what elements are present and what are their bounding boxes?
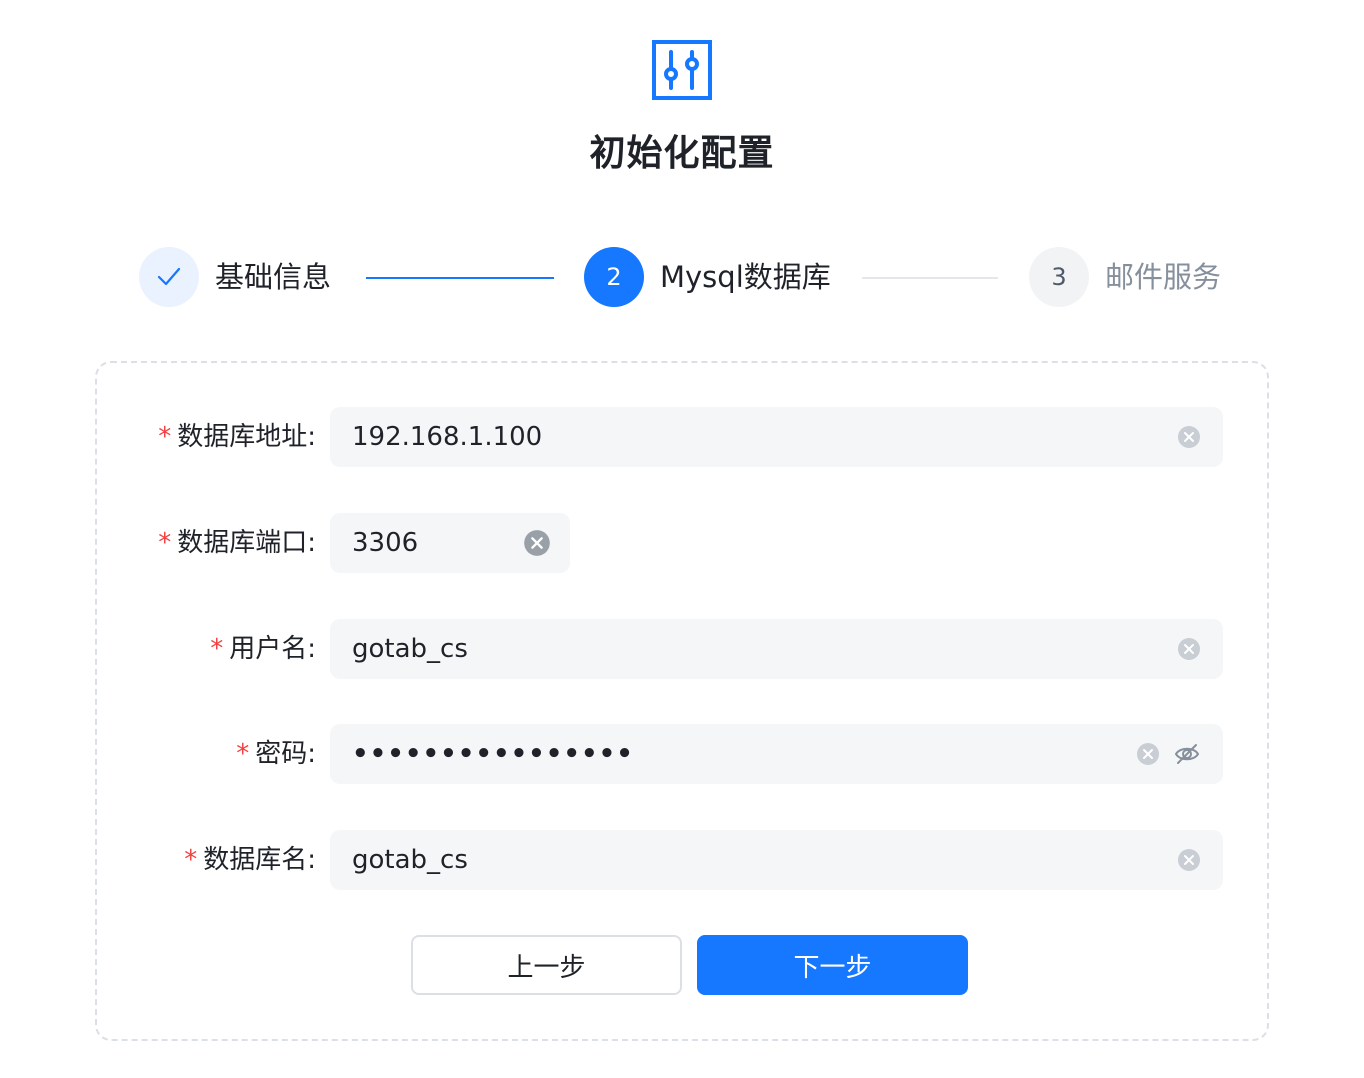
eye-off-icon[interactable] xyxy=(1173,740,1201,768)
clear-icon[interactable] xyxy=(523,529,551,557)
db-port-input[interactable]: 3306 xyxy=(330,513,570,573)
clear-icon[interactable] xyxy=(1177,637,1201,661)
clear-icon[interactable] xyxy=(1177,848,1201,872)
username-input[interactable]: gotab_cs xyxy=(330,619,1223,679)
step-number: 2 xyxy=(584,247,644,307)
db-name-input[interactable]: gotab_cs xyxy=(330,830,1223,890)
password-label: * 密码: xyxy=(236,739,316,769)
step-connector-done xyxy=(366,277,554,279)
required-mark: * xyxy=(236,739,250,769)
db-name-value: gotab_cs xyxy=(352,845,468,875)
step-basic-info[interactable]: 基础信息 xyxy=(139,247,331,307)
db-host-label: * 数据库地址: xyxy=(158,422,316,452)
clear-icon[interactable] xyxy=(1177,425,1201,449)
step-label: 邮件服务 xyxy=(1105,260,1222,294)
step-mysql[interactable]: 2 Mysql数据库 xyxy=(584,247,831,307)
required-mark: * xyxy=(210,634,224,664)
step-circle-finished xyxy=(139,247,199,307)
required-mark: * xyxy=(158,422,172,452)
clear-icon[interactable] xyxy=(1136,742,1160,766)
next-step-button[interactable]: 下一步 xyxy=(697,935,968,995)
password-input[interactable]: •••••••••••••••• xyxy=(330,724,1223,784)
required-mark: * xyxy=(184,845,198,875)
db-host-value: 192.168.1.100 xyxy=(352,422,543,452)
step-label: 基础信息 xyxy=(215,260,332,294)
required-mark: * xyxy=(158,528,172,558)
check-icon xyxy=(157,267,181,286)
step-number: 3 xyxy=(1029,247,1089,307)
prev-step-button[interactable]: 上一步 xyxy=(411,935,682,995)
username-label: * 用户名: xyxy=(210,634,316,664)
db-name-label: * 数据库名: xyxy=(184,845,316,875)
page-title: 初始化配置 xyxy=(589,133,775,174)
db-host-input[interactable]: 192.168.1.100 xyxy=(330,407,1223,467)
password-value: •••••••••••••••• xyxy=(352,739,634,769)
step-mail-service[interactable]: 3 邮件服务 xyxy=(1029,247,1221,307)
username-value: gotab_cs xyxy=(352,634,468,664)
sliders-config-icon xyxy=(652,40,712,100)
step-label: Mysql数据库 xyxy=(660,260,831,294)
db-port-label: * 数据库端口: xyxy=(158,528,316,558)
step-connector-pending xyxy=(862,277,998,279)
